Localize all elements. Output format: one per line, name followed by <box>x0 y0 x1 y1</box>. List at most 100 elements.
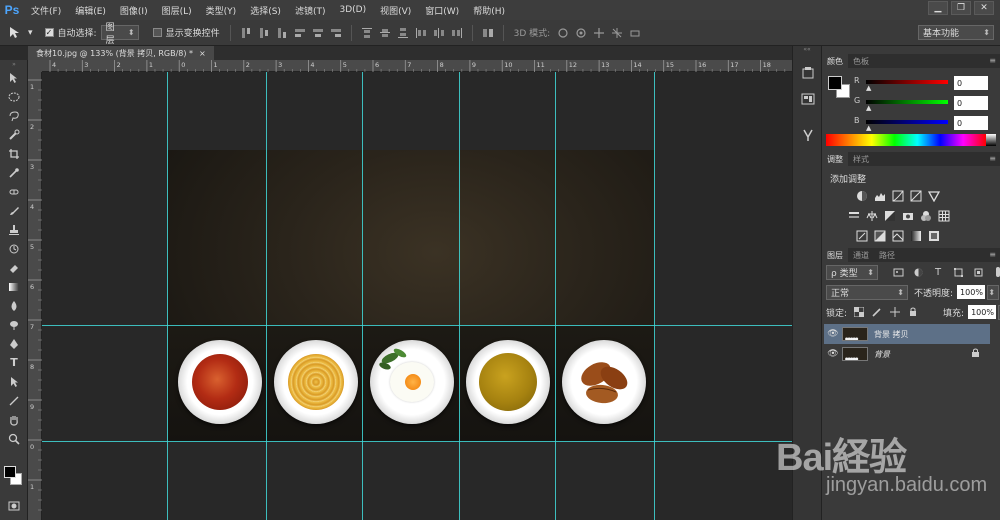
hand-tool-icon[interactable] <box>0 410 28 429</box>
gradient-map-icon[interactable] <box>910 230 922 242</box>
distribute-hcenter-icon[interactable] <box>432 26 446 40</box>
fill-input[interactable]: 100% <box>968 305 997 319</box>
layer-name[interactable]: 背景 <box>874 349 890 360</box>
align-bottom-icon[interactable] <box>275 26 289 40</box>
opacity-slider-toggle[interactable] <box>987 284 1000 300</box>
layer-row-background[interactable]: 👁 ●●●●● 背景 <box>824 344 990 364</box>
guide-vertical[interactable] <box>459 72 460 520</box>
line-tool-icon[interactable] <box>0 391 28 410</box>
color-lookup-icon[interactable] <box>938 210 950 222</box>
guide-horizontal[interactable] <box>42 441 792 442</box>
tab-styles[interactable]: 样式 <box>848 152 874 166</box>
pen-tool-icon[interactable] <box>0 334 28 353</box>
3d-rotate-icon[interactable] <box>556 26 570 40</box>
photo-filter-icon[interactable] <box>902 210 914 222</box>
properties-panel-icon[interactable] <box>793 86 823 112</box>
menu-edit[interactable]: 编辑(E) <box>68 4 113 17</box>
menu-3d[interactable]: 3D(D) <box>332 5 373 15</box>
layer-name[interactable]: 背景 拷贝 <box>874 329 909 340</box>
guide-vertical[interactable] <box>362 72 363 520</box>
vibrance-icon[interactable] <box>928 190 940 202</box>
distribute-vcenter-icon[interactable] <box>378 26 392 40</box>
filter-pixel-icon[interactable] <box>892 266 904 278</box>
filter-smart-object-icon[interactable] <box>972 266 984 278</box>
vertical-ruler[interactable]: 1 2 3 4 5 6 7 8 9 0 1 <box>28 72 42 520</box>
exposure-icon[interactable] <box>910 190 922 202</box>
channel-mixer-icon[interactable] <box>920 210 932 222</box>
path-selection-tool-icon[interactable] <box>0 372 28 391</box>
distribute-top-icon[interactable] <box>360 26 374 40</box>
guide-vertical[interactable] <box>555 72 556 520</box>
menu-type[interactable]: 类型(Y) <box>199 4 244 17</box>
canvas-area[interactable] <box>42 72 792 520</box>
close-button[interactable]: ✕ <box>974 1 994 15</box>
blue-slider[interactable] <box>866 120 948 124</box>
menu-select[interactable]: 选择(S) <box>243 4 288 17</box>
dodge-tool-icon[interactable] <box>0 315 28 334</box>
color-spectrum[interactable] <box>826 134 986 146</box>
history-panel-icon[interactable] <box>793 60 823 86</box>
marquee-tool-icon[interactable] <box>0 87 28 106</box>
auto-align-icon[interactable] <box>481 26 495 40</box>
selective-color-icon[interactable] <box>928 230 940 242</box>
lock-all-icon[interactable] <box>907 306 919 318</box>
lock-position-icon[interactable] <box>889 306 901 318</box>
green-value-input[interactable]: 0 <box>954 96 988 110</box>
layer-filter-dropdown[interactable]: ρ 类型 <box>826 264 878 280</box>
tab-paths[interactable]: 路径 <box>874 248 900 262</box>
threshold-icon[interactable] <box>892 230 904 242</box>
brush-tool-icon[interactable] <box>0 201 28 220</box>
levels-icon[interactable] <box>874 190 886 202</box>
color-panel-foreground-swatch[interactable] <box>828 76 842 90</box>
filter-toggle-icon[interactable] <box>992 266 1000 278</box>
black-white-icon[interactable] <box>884 210 896 222</box>
workspace-dropdown[interactable]: 基本功能 <box>918 25 994 40</box>
healing-brush-tool-icon[interactable] <box>0 182 28 201</box>
minimize-button[interactable]: ▁ <box>928 1 948 15</box>
tab-adjustments[interactable]: 调整 <box>822 152 848 166</box>
panel-menu-icon[interactable]: ≡ <box>989 250 996 259</box>
quick-selection-tool-icon[interactable] <box>0 125 28 144</box>
distribute-left-icon[interactable] <box>414 26 428 40</box>
panel-menu-icon[interactable]: ≡ <box>989 154 996 163</box>
blur-tool-icon[interactable] <box>0 296 28 315</box>
brightness-contrast-icon[interactable] <box>856 190 868 202</box>
document-tab[interactable]: 食材10.jpg @ 133% (背景 拷贝, RGB/8) * × <box>28 46 214 60</box>
menu-window[interactable]: 窗口(W) <box>418 4 466 17</box>
visibility-eye-icon[interactable]: 👁 <box>824 349 842 359</box>
horizontal-ruler[interactable]: 4 3 2 1 0 1 2 3 4 5 6 7 8 9 10 11 12 13 14 15 16 17 18 <box>42 60 792 72</box>
layer-row-background-copy[interactable]: 👁 ●●●●● 背景 拷贝 <box>824 324 990 344</box>
guide-vertical[interactable] <box>266 72 267 520</box>
green-slider[interactable] <box>866 100 948 104</box>
3d-scale-icon[interactable] <box>628 26 642 40</box>
posterize-icon[interactable] <box>874 230 886 242</box>
type-tool-icon[interactable]: T <box>0 353 28 372</box>
panel-menu-icon[interactable]: ≡ <box>989 56 996 65</box>
blue-value-input[interactable]: 0 <box>954 116 988 130</box>
filter-shape-icon[interactable] <box>952 266 964 278</box>
dock-collapse-icon[interactable]: «« <box>793 46 821 60</box>
show-transform-checkbox[interactable] <box>152 28 162 37</box>
color-spectrum-bw[interactable] <box>986 134 996 146</box>
eyedropper-tool-icon[interactable] <box>0 163 28 182</box>
color-chips[interactable] <box>3 464 25 490</box>
lock-image-pixels-icon[interactable] <box>871 306 883 318</box>
restore-button[interactable]: ❐ <box>951 1 971 15</box>
zoom-tool-icon[interactable] <box>0 429 28 448</box>
3d-pan-icon[interactable] <box>592 26 606 40</box>
curves-icon[interactable] <box>892 190 904 202</box>
clone-stamp-tool-icon[interactable] <box>0 220 28 239</box>
document-image[interactable] <box>168 150 655 442</box>
tab-channels[interactable]: 通道 <box>848 248 874 262</box>
blend-mode-dropdown[interactable]: 正常 <box>826 284 908 300</box>
color-balance-icon[interactable] <box>866 210 878 222</box>
tool-presets-panel-icon[interactable] <box>793 122 823 148</box>
guide-vertical[interactable] <box>654 72 655 520</box>
opacity-input[interactable]: 100% <box>957 285 986 299</box>
tool-preset-chevron-icon[interactable]: ▾ <box>28 28 33 38</box>
hue-saturation-icon[interactable] <box>848 210 860 222</box>
3d-slide-icon[interactable] <box>610 26 624 40</box>
distribute-bottom-icon[interactable] <box>396 26 410 40</box>
red-slider[interactable] <box>866 80 948 84</box>
foreground-color-swatch[interactable] <box>4 466 16 478</box>
